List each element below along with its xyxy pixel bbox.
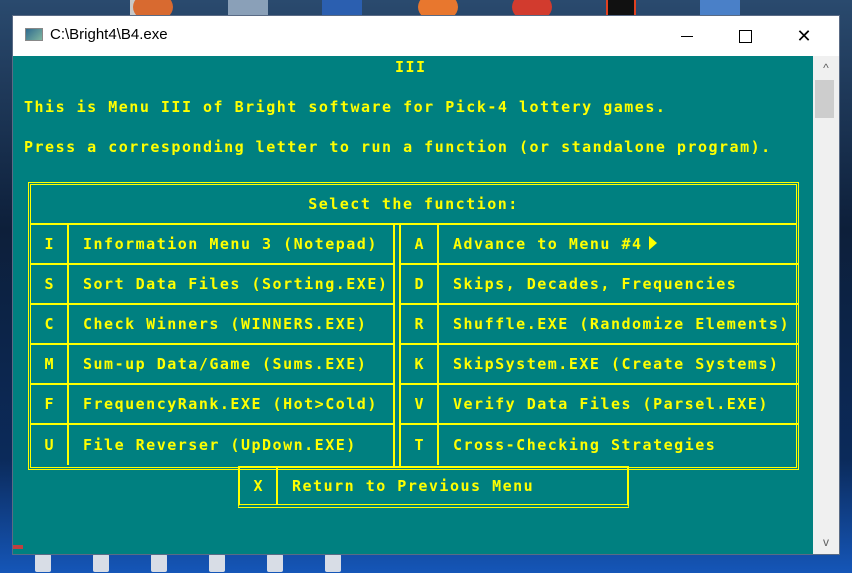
menu-key: T [401,425,439,465]
menu-key: A [401,225,439,263]
desktop-icon [151,554,167,572]
menu-key: D [401,265,439,303]
menu-label: Cross-Checking Strategies [453,436,717,454]
menu-header: Select the function: [31,185,796,225]
close-button[interactable]: ✕ [775,16,833,56]
menu-item-u[interactable]: U File Reverser (UpDown.EXE) [31,425,393,465]
menu-label: File Reverser (UpDown.EXE) [83,436,357,454]
menu-label: Check Winners (WINNERS.EXE) [83,315,368,333]
menu-label-with-arrow: Advance to Menu #4 [439,235,657,253]
console-app-icon [25,28,43,41]
intro-line-2: Press a corresponding letter to run a fu… [24,138,772,156]
menu-item-d[interactable]: D Skips, Decades, Frequencies [401,265,798,305]
text-cursor [13,545,23,549]
window-title: C:\Bright4\B4.exe [50,26,168,43]
menu-label: Sort Data Files (Sorting.EXE) [83,275,389,293]
menu-item-k[interactable]: K SkipSystem.EXE (Create Systems) [401,345,798,385]
function-menu: Select the function: I Information Menu 3… [28,182,799,470]
menu-key: V [401,385,439,423]
menu-key: U [31,425,69,465]
menu-item-x[interactable]: X Return to Previous Menu [238,466,629,508]
close-icon: ✕ [796,25,812,46]
maximize-icon [738,29,752,43]
menu-item-v[interactable]: V Verify Data Files (Parsel.EXE) [401,385,798,425]
desktop-icon [325,554,341,572]
play-arrow-icon [648,236,657,250]
menu-key: F [31,385,69,423]
menu-label: SkipSystem.EXE (Create Systems) [453,355,780,373]
menu-key: K [401,345,439,383]
menu-label: FrequencyRank.EXE (Hot>Cold) [83,395,378,413]
menu-key: X [240,468,278,504]
menu-label: Advance to Menu #4 [453,235,643,253]
chevron-up-icon: ^ [823,61,829,75]
menu-key: S [31,265,69,303]
menu-item-m[interactable]: M Sum-up Data/Game (Sums.EXE) [31,345,393,385]
console-window: C:\Bright4\B4.exe ✕ III This is Menu III… [12,15,840,555]
menu-item-c[interactable]: C Check Winners (WINNERS.EXE) [31,305,393,345]
maximize-button[interactable] [716,16,774,56]
menu-id: III [395,58,427,76]
menu-item-s[interactable]: S Sort Data Files (Sorting.EXE) [31,265,393,305]
menu-item-a[interactable]: A Advance to Menu #4 [401,225,798,265]
desktop-icon [35,554,51,572]
menu-key: I [31,225,69,263]
menu-label: Return to Previous Menu [292,477,535,495]
left-column: I Information Menu 3 (Notepad) S Sort Data… [31,225,395,467]
chevron-down-icon: v [823,535,829,549]
scroll-thumb[interactable] [815,80,834,118]
vertical-scrollbar[interactable]: ^ v [813,56,839,554]
scroll-up-button[interactable]: ^ [813,58,839,78]
menu-key: R [401,305,439,343]
menu-label: Skips, Decades, Frequencies [453,275,738,293]
menu-key: C [31,305,69,343]
console-area[interactable]: III This is Menu III of Bright software … [13,56,813,554]
title-bar[interactable]: C:\Bright4\B4.exe ✕ [13,16,839,56]
menu-label: Information Menu 3 (Notepad) [83,235,378,253]
menu-key: M [31,345,69,383]
desktop-icon [267,554,283,572]
desktop-icon [93,554,109,572]
intro-line-1: This is Menu III of Bright software for … [24,98,667,116]
menu-item-f[interactable]: F FrequencyRank.EXE (Hot>Cold) [31,385,393,425]
menu-label: Shuffle.EXE (Randomize Elements) [453,315,790,333]
menu-item-r[interactable]: R Shuffle.EXE (Randomize Elements) [401,305,798,345]
menu-label: Sum-up Data/Game (Sums.EXE) [83,355,368,373]
minimize-button[interactable] [658,16,716,56]
right-column: A Advance to Menu #4 D Skips, Decades, Fre… [399,225,798,467]
desktop-icon [209,554,225,572]
menu-item-t[interactable]: T Cross-Checking Strategies [401,425,798,465]
scroll-down-button[interactable]: v [813,532,839,552]
minimize-icon [681,35,693,37]
menu-label: Verify Data Files (Parsel.EXE) [453,395,769,413]
menu-item-i[interactable]: I Information Menu 3 (Notepad) [31,225,393,265]
